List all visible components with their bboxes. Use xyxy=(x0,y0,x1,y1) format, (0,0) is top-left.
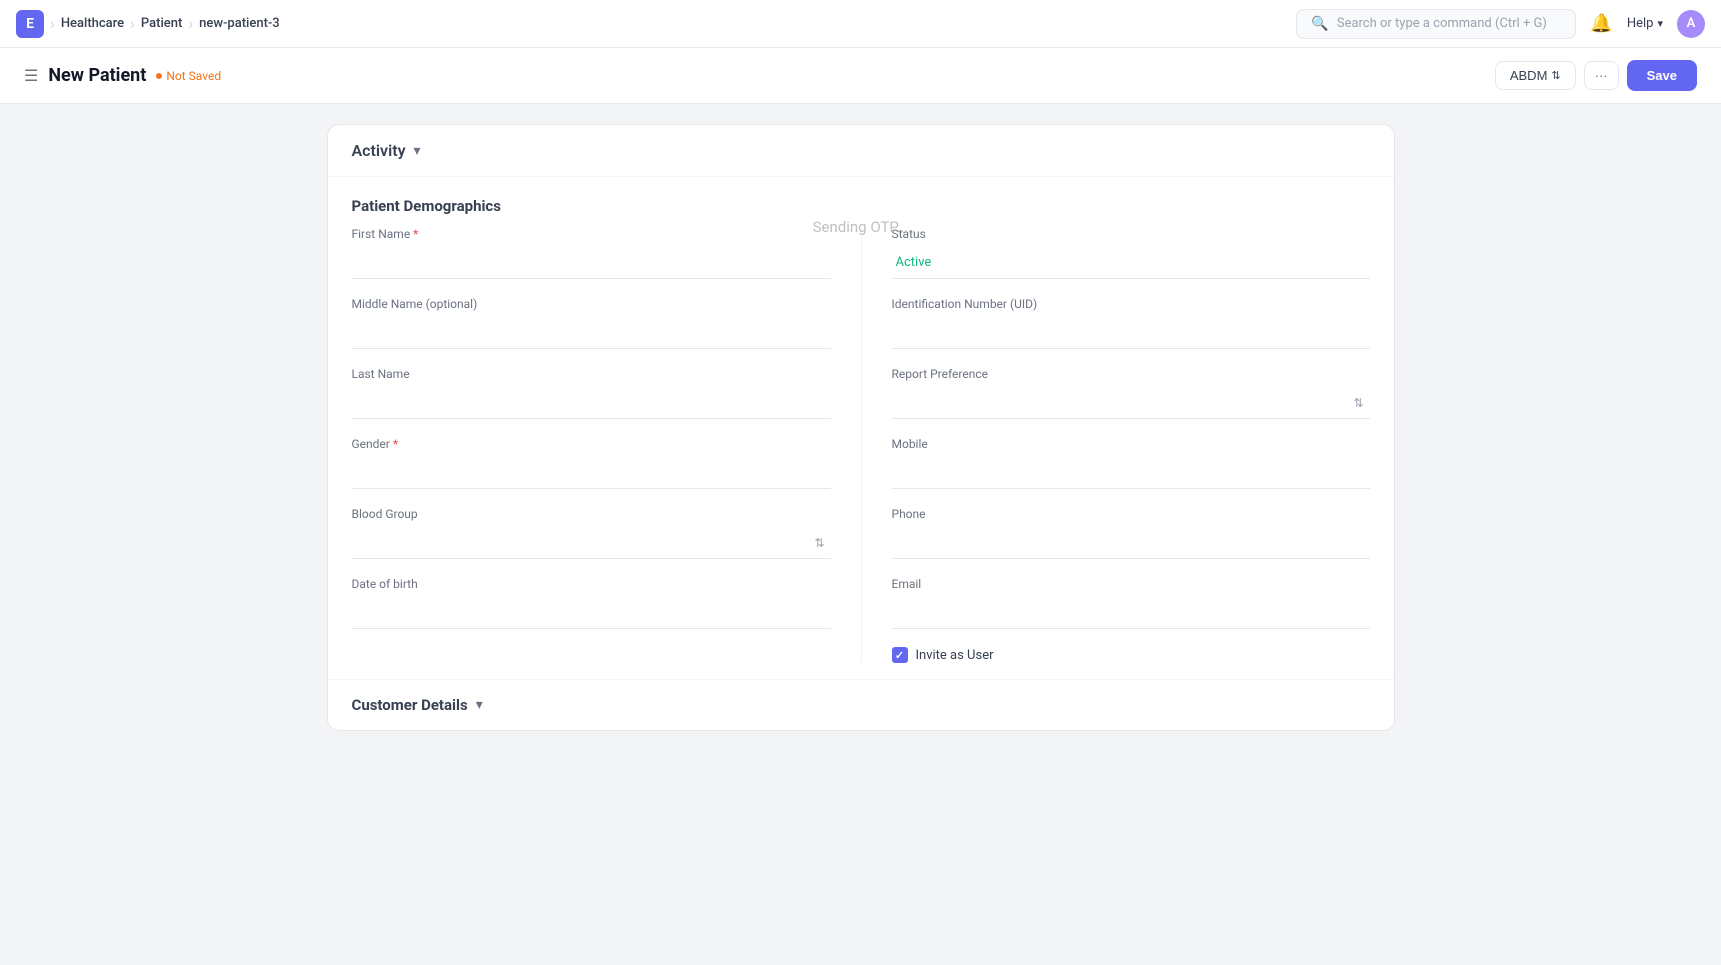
abdm-label: ABDM xyxy=(1510,68,1548,83)
mobile-label: Mobile xyxy=(892,437,1370,451)
search-icon: 🔍 xyxy=(1311,16,1328,32)
activity-section-header[interactable]: Activity ▾ xyxy=(328,125,1394,177)
chevron-updown-icon: ⇅ xyxy=(1551,69,1560,82)
notifications-bell-icon[interactable]: 🔔 xyxy=(1590,13,1612,34)
gender-group: Gender * xyxy=(352,437,831,489)
mobile-group: Mobile xyxy=(892,437,1370,489)
report-preference-label: Report Preference xyxy=(892,367,1370,381)
breadcrumb-sep-3: › xyxy=(188,14,193,33)
customer-details-title: Customer Details xyxy=(352,696,468,714)
page-title: New Patient xyxy=(48,65,146,86)
breadcrumb-new-patient: new-patient-3 xyxy=(199,16,280,31)
phone-label: Phone xyxy=(892,507,1370,521)
first-name-input[interactable] xyxy=(352,247,831,279)
breadcrumb-sep-2: › xyxy=(130,14,135,33)
last-name-group: Last Name xyxy=(352,367,831,419)
last-name-label: Last Name xyxy=(352,367,831,381)
date-of-birth-label: Date of birth xyxy=(352,577,831,591)
status-value: Active xyxy=(892,247,1370,279)
patient-demographics-form: First Name * Middle Name (optional) Last… xyxy=(328,227,1394,663)
middle-name-group: Middle Name (optional) xyxy=(352,297,831,349)
identification-number-group: Identification Number (UID) xyxy=(892,297,1370,349)
phone-input[interactable] xyxy=(892,527,1370,559)
blood-group-select[interactable]: A+ A- B+ B- AB+ AB- O+ O- xyxy=(352,527,831,559)
help-label: Help xyxy=(1627,16,1654,31)
main-content: Activity ▾ Patient Demographics Sending … xyxy=(311,104,1411,751)
form-right-column: Status Active Identification Number (UID… xyxy=(861,227,1370,663)
breadcrumb: E › Healthcare › Patient › new-patient-3 xyxy=(16,10,280,38)
invite-as-user-row: Invite as User xyxy=(892,647,1370,663)
menu-icon[interactable]: ☰ xyxy=(24,66,38,85)
page-header-left: ☰ New Patient Not Saved xyxy=(24,65,221,86)
report-preference-group: Report Preference xyxy=(892,367,1370,419)
date-of-birth-group: Date of birth xyxy=(352,577,831,629)
first-name-required: * xyxy=(413,227,418,241)
breadcrumb-patient[interactable]: Patient xyxy=(141,16,182,31)
page-header-right: ABDM ⇅ ··· Save xyxy=(1495,60,1697,91)
save-button[interactable]: Save xyxy=(1627,60,1697,91)
app-logo[interactable]: E xyxy=(16,10,44,38)
status-group: Status Active xyxy=(892,227,1370,279)
navbar-right: 🔍 Search or type a command (Ctrl + G) 🔔 … xyxy=(1296,9,1705,39)
customer-details-chevron-icon: ▾ xyxy=(476,697,483,713)
middle-name-label: Middle Name (optional) xyxy=(352,297,831,311)
report-preference-select-wrapper xyxy=(892,387,1370,419)
blood-group-label: Blood Group xyxy=(352,507,831,521)
identification-number-label: Identification Number (UID) xyxy=(892,297,1370,311)
page-header: ☰ New Patient Not Saved ABDM ⇅ ··· Save xyxy=(0,48,1721,104)
email-group: Email xyxy=(892,577,1370,629)
help-button[interactable]: Help ▾ xyxy=(1627,16,1663,31)
breadcrumb-sep-1: › xyxy=(50,14,55,33)
invite-as-user-checkbox[interactable] xyxy=(892,647,908,663)
customer-details-section-header[interactable]: Customer Details ▾ xyxy=(328,679,1394,730)
identification-number-input[interactable] xyxy=(892,317,1370,349)
main-card: Activity ▾ Patient Demographics Sending … xyxy=(327,124,1395,731)
form-left-column: First Name * Middle Name (optional) Last… xyxy=(352,227,861,663)
phone-group: Phone xyxy=(892,507,1370,559)
blood-group-select-wrapper: A+ A- B+ B- AB+ AB- O+ O- xyxy=(352,527,831,559)
gender-required: * xyxy=(393,437,398,451)
not-saved-dot xyxy=(156,73,162,79)
last-name-input[interactable] xyxy=(352,387,831,419)
not-saved-label: Not Saved xyxy=(166,69,221,83)
breadcrumb-healthcare[interactable]: Healthcare xyxy=(61,16,124,31)
activity-chevron-icon: ▾ xyxy=(414,143,421,159)
blood-group-group: Blood Group A+ A- B+ B- AB+ AB- O+ O- xyxy=(352,507,831,559)
search-placeholder: Search or type a command (Ctrl + G) xyxy=(1337,16,1547,31)
mobile-input[interactable] xyxy=(892,457,1370,489)
email-label: Email xyxy=(892,577,1370,591)
first-name-group: First Name * xyxy=(352,227,831,279)
not-saved-badge: Not Saved xyxy=(156,69,221,83)
invite-as-user-label: Invite as User xyxy=(916,648,994,663)
activity-title: Activity xyxy=(352,141,406,160)
email-input[interactable] xyxy=(892,597,1370,629)
first-name-label: First Name * xyxy=(352,227,831,241)
more-options-button[interactable]: ··· xyxy=(1584,61,1619,90)
report-preference-select[interactable] xyxy=(892,387,1370,419)
global-search[interactable]: 🔍 Search or type a command (Ctrl + G) xyxy=(1296,9,1576,39)
middle-name-input[interactable] xyxy=(352,317,831,349)
date-of-birth-input[interactable] xyxy=(352,597,831,629)
gender-input[interactable] xyxy=(352,457,831,489)
patient-demographics-title: Patient Demographics xyxy=(328,177,1394,227)
navbar: E › Healthcare › Patient › new-patient-3… xyxy=(0,0,1721,48)
abdm-button[interactable]: ABDM ⇅ xyxy=(1495,61,1576,90)
avatar[interactable]: A xyxy=(1677,10,1705,38)
status-label: Status xyxy=(892,227,1370,241)
chevron-down-icon: ▾ xyxy=(1657,17,1663,30)
gender-label: Gender * xyxy=(352,437,831,451)
